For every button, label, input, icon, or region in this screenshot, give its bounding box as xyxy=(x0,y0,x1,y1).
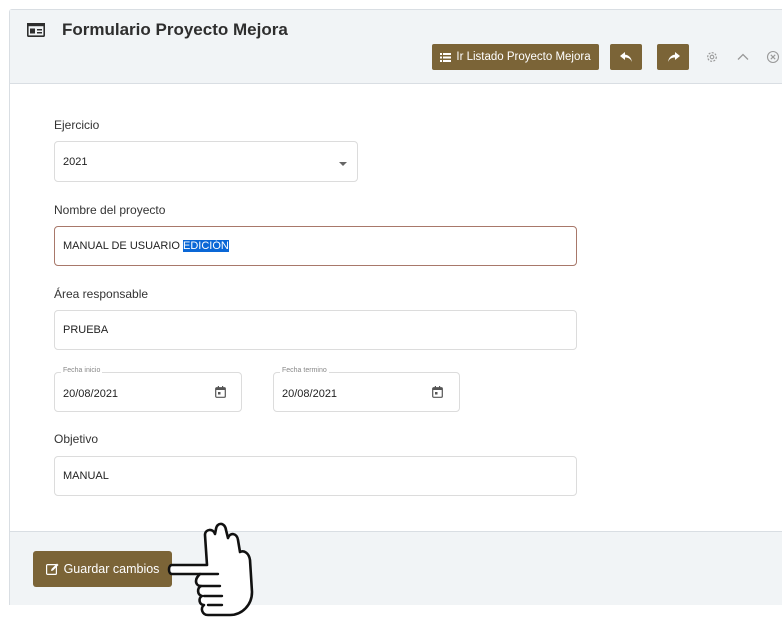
objetivo-label: Objetivo xyxy=(54,432,99,446)
gear-icon[interactable] xyxy=(705,50,719,64)
panel-footer: Guardar cambios xyxy=(9,531,782,605)
fecha-termino-value: 20/08/2021 xyxy=(282,387,338,400)
nombre-input[interactable]: MANUAL DE USUARIO EDICIÓN xyxy=(54,226,577,266)
objetivo-value: MANUAL xyxy=(63,470,109,482)
fecha-inicio-value: 20/08/2021 xyxy=(63,387,119,400)
save-changes-label: Guardar cambios xyxy=(63,562,160,576)
chevron-up-icon[interactable] xyxy=(736,50,750,64)
fecha-inicio-input[interactable]: Fecha inicio 20/08/2021 xyxy=(54,367,242,412)
nombre-value-selected: EDICIÓN xyxy=(183,240,229,252)
form-panel: Formulario Proyecto Mejora Ir Listado Pr… xyxy=(9,9,782,605)
redo-button[interactable] xyxy=(657,44,689,70)
go-to-list-button[interactable]: Ir Listado Proyecto Mejora xyxy=(432,44,599,70)
close-circle-icon[interactable] xyxy=(766,50,780,64)
fecha-termino-label: Fecha termino xyxy=(280,367,329,374)
undo-icon xyxy=(619,51,632,62)
calendar-icon[interactable] xyxy=(215,386,226,398)
page-title: Formulario Proyecto Mejora xyxy=(62,20,288,39)
undo-button[interactable] xyxy=(610,44,642,70)
go-to-list-label: Ir Listado Proyecto Mejora xyxy=(456,51,591,63)
panel-header: Formulario Proyecto Mejora Ir Listado Pr… xyxy=(10,10,782,84)
nombre-label: Nombre del proyecto xyxy=(54,203,166,217)
list-icon xyxy=(440,52,452,62)
pointing-hand-icon xyxy=(167,522,254,617)
ejercicio-select[interactable]: 2021 xyxy=(54,141,358,182)
ejercicio-label: Ejercicio xyxy=(54,118,100,132)
edit-icon xyxy=(45,563,59,575)
fecha-inicio-label: Fecha inicio xyxy=(61,367,103,374)
redo-icon xyxy=(667,51,680,62)
caret-down-icon xyxy=(339,162,347,166)
area-value: PRUEBA xyxy=(63,324,109,336)
area-input[interactable]: PRUEBA xyxy=(54,310,577,350)
calendar-icon[interactable] xyxy=(432,386,443,398)
ejercicio-value: 2021 xyxy=(63,155,88,168)
nombre-value-plain: MANUAL DE USUARIO xyxy=(63,240,184,252)
nombre-value: MANUAL DE USUARIO EDICIÓN xyxy=(63,240,229,252)
id-card-icon xyxy=(27,23,45,37)
save-changes-button[interactable]: Guardar cambios xyxy=(33,551,172,587)
objetivo-input[interactable]: MANUAL xyxy=(54,456,577,496)
area-label: Área responsable xyxy=(54,287,149,301)
fecha-termino-input[interactable]: Fecha termino 20/08/2021 xyxy=(273,367,460,412)
